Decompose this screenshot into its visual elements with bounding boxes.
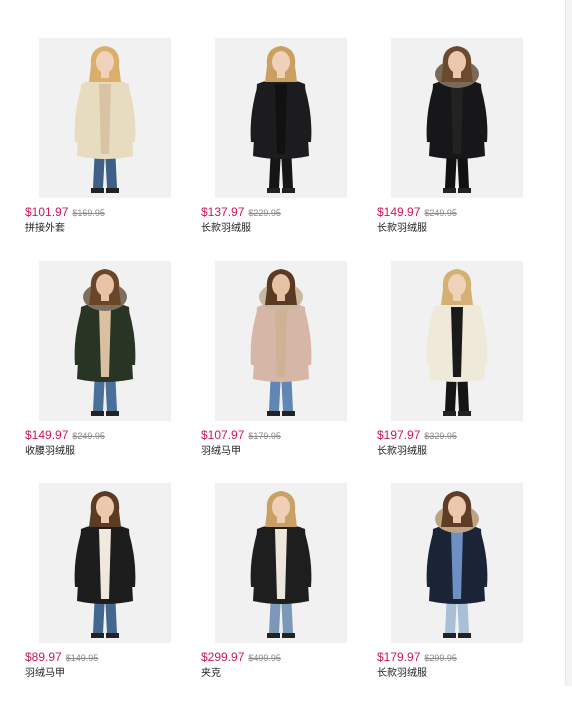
sale-price: $149.97 [25,427,69,442]
original-price: $169.95 [72,208,105,218]
product-title[interactable]: 长款羽绒服 [201,222,251,235]
product-card[interactable]: $197.97 $329.95 长款羽绒服 [374,260,550,484]
model-photo [39,38,171,198]
product-image[interactable] [391,38,523,198]
product-card[interactable]: $137.97 $229.95 长款羽绒服 [198,38,374,261]
product-card[interactable]: $179.97 $299.95 长款羽绒服 [374,483,550,706]
sale-price: $89.97 [25,650,62,664]
product-card[interactable]: $299.97 $499.95 夹克 [198,483,374,706]
product-title[interactable]: 夹克 [201,667,221,680]
sale-price: $299.97 [201,650,245,664]
model-photo [215,38,347,198]
model-photo [215,483,347,643]
model-photo [39,260,171,421]
product-title[interactable]: 长款羽绒服 [377,667,427,680]
price-row: $107.97 $179.95 [201,428,281,443]
product-title[interactable]: 收腰羽绒服 [25,445,75,458]
product-title[interactable]: 长款羽绒服 [377,445,427,458]
product-title[interactable]: 长款羽绒服 [377,222,427,235]
product-card[interactable]: $149.97 $249.95 收腰羽绒服 [22,260,198,484]
product-image[interactable] [391,483,523,643]
price-row: $149.97 $249.95 [25,428,105,443]
model-photo [39,483,171,643]
product-card[interactable]: $149.97 $249.95 长款羽绒服 [374,38,550,261]
model-photo [391,38,523,198]
sale-price: $179.97 [377,650,421,664]
product-image[interactable] [215,38,347,198]
product-image[interactable] [215,260,347,421]
sale-price: $197.97 [377,427,421,442]
original-price: $149.95 [65,653,99,663]
sale-price: $107.97 [201,427,245,442]
product-card[interactable]: $107.97 $179.95 羽绒马甲 [198,260,374,484]
product-title[interactable]: 羽绒马甲 [201,445,241,458]
product-image[interactable] [39,38,171,198]
original-price: $179.95 [248,430,281,441]
product-card[interactable]: $101.97 $169.95 拼接外套 [22,38,198,261]
original-price: $249.95 [72,430,105,441]
product-card[interactable]: $89.97 $149.95 羽绒马甲 [22,483,198,706]
product-image[interactable] [39,483,171,643]
page-scrollbar[interactable] [565,0,572,686]
original-price: $299.95 [424,653,457,663]
price-row: $137.97 $229.95 [201,205,281,220]
price-row: $299.97 $499.95 [201,650,281,665]
sale-price: $137.97 [201,205,245,219]
original-price: $329.95 [424,430,457,441]
sale-price: $149.97 [377,205,421,219]
product-title[interactable]: 羽绒马甲 [25,667,65,680]
product-title[interactable]: 拼接外套 [25,222,65,235]
price-row: $197.97 $329.95 [377,428,457,443]
original-price: $249.95 [424,208,457,218]
model-photo [391,260,523,421]
price-row: $89.97 $149.95 [25,650,98,665]
price-row: $149.97 $249.95 [377,205,457,220]
product-grid: $101.97 $169.95 拼接外套 $137.97 $229.95 长款羽绒服… [22,38,550,706]
product-image[interactable] [215,483,347,643]
price-row: $179.97 $299.95 [377,650,457,665]
sale-price: $101.97 [25,205,69,219]
original-price: $229.95 [248,208,281,218]
model-photo [391,483,523,643]
price-row: $101.97 $169.95 [25,205,105,220]
product-image[interactable] [39,260,171,421]
product-image[interactable] [391,260,523,421]
model-photo [215,260,347,421]
original-price: $499.95 [248,653,281,663]
